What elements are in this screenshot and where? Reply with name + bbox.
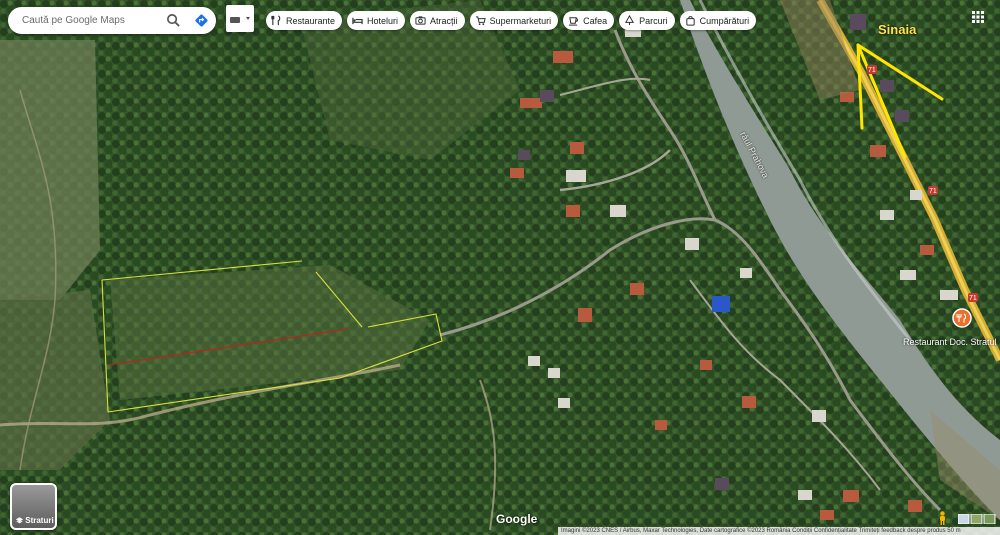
svg-text:71: 71 [929, 188, 937, 195]
chip-coffee[interactable]: Cafea [563, 11, 615, 30]
chip-supermarkets[interactable]: Supermarketuri [469, 11, 559, 30]
layers-icon [15, 517, 24, 524]
restaurant-icon [271, 15, 281, 26]
shopping-bag-icon [685, 16, 695, 26]
coffee-icon [569, 17, 579, 26]
chip-shopping[interactable]: Cumpărături [679, 11, 757, 30]
attribution-footer: Imagini ©2023 CNES / Airbus, Maxar Techn… [558, 527, 1000, 535]
chip-label: Parcuri [639, 15, 668, 26]
chip-label: Restaurante [286, 15, 336, 26]
chip-label: Cumpărături [699, 15, 750, 26]
chip-parks[interactable]: Parcuri [619, 11, 675, 30]
google-logo: Google [496, 512, 538, 526]
chip-restaurants[interactable]: Restaurante [266, 11, 343, 30]
hotel-icon [352, 17, 363, 25]
layers-label: Straturi [15, 516, 54, 525]
camera-icon [415, 16, 426, 25]
svg-text:71: 71 [868, 67, 876, 74]
layer-toggle-button[interactable] [226, 5, 254, 32]
satellite-map[interactable]: 71 71 71 [0, 0, 1000, 535]
imagery-thumbnails[interactable] [958, 514, 996, 524]
apps-grid-icon[interactable] [972, 11, 984, 23]
place-label-sinaia[interactable]: Sinaia [878, 22, 916, 37]
keyboard-icon [230, 17, 250, 23]
restaurant-pin [952, 308, 972, 328]
chip-label: Supermarketuri [489, 15, 552, 26]
pegman-icon[interactable] [938, 511, 947, 525]
directions-icon[interactable] [194, 13, 209, 28]
search-input[interactable] [20, 14, 164, 27]
tree-icon [625, 15, 635, 26]
chip-attractions[interactable]: Atracții [410, 11, 465, 30]
poi-label-restaurant[interactable]: Restaurant Doc. Stratul [903, 337, 997, 347]
chip-hotels[interactable]: Hoteluri [347, 11, 406, 30]
chip-label: Atracții [430, 15, 458, 26]
search-icon[interactable] [166, 13, 181, 28]
category-chips: Restaurante Hoteluri Atracții Supermarke… [266, 11, 757, 30]
search-box[interactable] [8, 7, 216, 34]
chip-label: Cafea [583, 15, 608, 26]
cart-icon [475, 16, 486, 26]
chip-label: Hoteluri [367, 15, 399, 26]
svg-text:71: 71 [969, 295, 977, 302]
layers-button[interactable]: Straturi [10, 483, 57, 530]
